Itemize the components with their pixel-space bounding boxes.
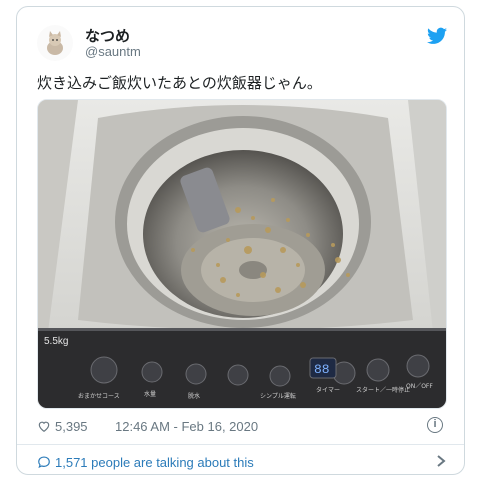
cat-avatar-icon: [37, 25, 73, 61]
user-handle[interactable]: @sauntm: [85, 44, 141, 59]
tweet-header: なつめ @sauntm: [37, 21, 447, 63]
display-name[interactable]: なつめ: [85, 25, 130, 46]
tweet-meta: 5,395 12:46 AM - Feb 16, 2020 i: [37, 415, 447, 437]
water-label: 水量: [144, 390, 156, 398]
divider: [17, 444, 464, 445]
tweet-card: なつめ @sauntm 炊き込みご飯炊いたあとの炊飯器じゃん。 5.5kg 88…: [16, 6, 465, 475]
avatar[interactable]: [37, 25, 73, 61]
heart-icon[interactable]: [37, 419, 51, 433]
speech-bubble-icon: [38, 456, 50, 468]
start-label: スタート／一時停止: [356, 386, 410, 394]
conversation-text[interactable]: 1,571 people are talking about this: [55, 455, 254, 470]
simple-label: シンプル運転: [260, 392, 296, 400]
dry-label: 脱水: [188, 392, 200, 400]
like-count[interactable]: 5,395: [55, 419, 88, 434]
conversation-link[interactable]: 1,571 people are talking about this: [37, 450, 447, 474]
tweet-text: 炊き込みご飯炊いたあとの炊飯器じゃん。: [37, 74, 322, 92]
capacity-label: 5.5kg: [44, 336, 68, 347]
onoff-label: ON／OFF: [406, 383, 433, 390]
tweet-photo[interactable]: 5.5kg 88 おまかせコース 水量 脱水 シンプル運転 タイマー スタート／…: [37, 99, 447, 409]
info-icon[interactable]: i: [427, 417, 443, 433]
washing-machine-photo: 5.5kg 88 おまかせコース 水量 脱水 シンプル運転 タイマー スタート／…: [38, 100, 446, 408]
chevron-right-icon[interactable]: [435, 454, 447, 468]
tweet-timestamp[interactable]: 12:46 AM - Feb 16, 2020: [115, 419, 258, 434]
course-label: おまかせコース: [78, 393, 120, 400]
twitter-bird-icon[interactable]: [427, 27, 447, 45]
panel-display: 88: [314, 362, 330, 377]
timer-label: タイマー: [316, 386, 340, 394]
